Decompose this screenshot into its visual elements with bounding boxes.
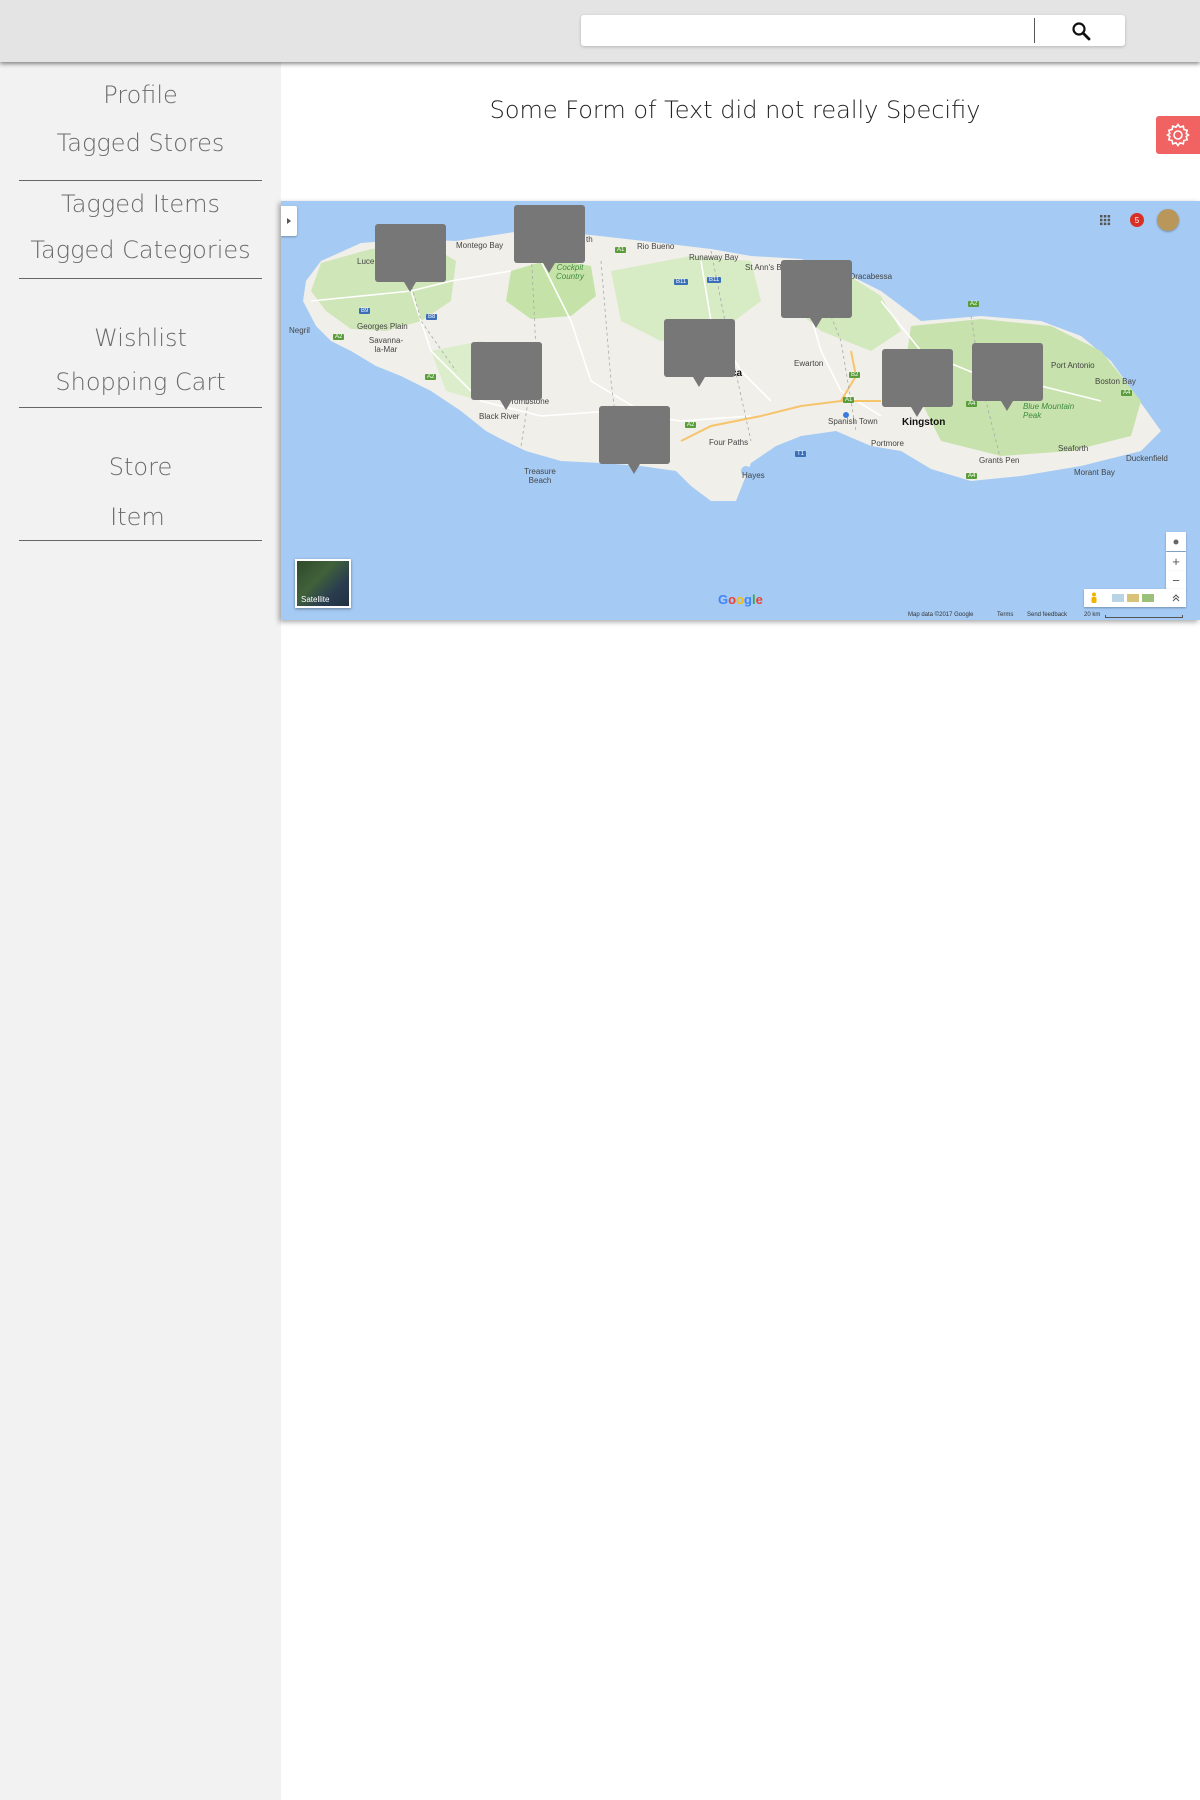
road-badge: T1 [795, 451, 807, 457]
map-marker[interactable] [972, 343, 1043, 411]
map-toolbar [1084, 589, 1186, 607]
map-label-negril: Negril [289, 326, 310, 335]
search-divider [1034, 18, 1035, 43]
imagery-thumbnail[interactable] [1142, 594, 1154, 602]
map-marker[interactable] [514, 205, 585, 273]
map-attribution: Map data ©2017 Google Terms Send feedbac… [281, 611, 1200, 620]
terms-link[interactable]: Terms [997, 612, 1013, 618]
search-icon [1071, 21, 1090, 40]
sidebar-item-tagged-items[interactable]: Tagged Items [19, 182, 262, 229]
gear-icon [1166, 123, 1190, 147]
map-label-duckenfield: Duckenfield [1126, 454, 1168, 463]
map-label-port-antonio: Port Antonio [1051, 361, 1095, 370]
map-label-cockpit-country: Cockpit Country [555, 263, 584, 281]
road-badge: A2 [333, 334, 345, 340]
road-badge: A2 [685, 422, 697, 428]
road-badge: A2 [425, 374, 437, 380]
map-marker[interactable] [664, 319, 735, 387]
road-badge: B2 [849, 372, 861, 378]
map-marker[interactable] [599, 406, 670, 474]
sidebar-item-tagged-stores[interactable]: Tagged Stores [19, 128, 262, 181]
map-label-four-paths: Four Paths [709, 438, 749, 447]
page-headline: Some Form of Text did not really Specifi… [489, 96, 981, 124]
map-label-montego-bay: Montego Bay [456, 241, 504, 250]
map-label-kingston: Kingston [902, 417, 946, 428]
settings-button[interactable] [1156, 116, 1200, 154]
road-badge: B11 [674, 279, 689, 285]
zoom-controls: + − [1166, 532, 1186, 592]
search-input[interactable] [581, 15, 1034, 46]
sidebar: Profile Tagged Stores Tagged Items Tagge… [0, 62, 281, 1800]
scale-label: 20 km [1084, 612, 1101, 618]
road-badge: B8 [426, 314, 438, 320]
map-label-morant-bay: Morant Bay [1074, 468, 1115, 477]
map-label-georges-plain: Georges Plain [357, 322, 408, 331]
map-label-treasure-beach: Treasure Beach [524, 467, 556, 485]
road-badge: A4 [1121, 390, 1133, 396]
avatar[interactable] [1157, 209, 1179, 231]
road-badge: B11 [707, 277, 722, 283]
scale-bar [1105, 615, 1183, 618]
nav-group-shopping: Wishlist Shopping Cart [19, 316, 262, 408]
expand-icon[interactable] [1172, 593, 1180, 603]
search-box [581, 15, 1125, 46]
map-label-spanish-town: Spanish Town [828, 417, 878, 426]
apps-grid-icon[interactable] [1098, 213, 1112, 227]
road-badge: A4 [966, 401, 978, 407]
road-badge: A1 [843, 397, 855, 403]
top-bar [0, 0, 1200, 62]
map-marker[interactable] [882, 349, 953, 417]
nav-group-tagged: Tagged Items Tagged Categories [19, 182, 262, 279]
sidebar-item-wishlist[interactable]: Wishlist [19, 316, 262, 360]
map-label-hayes: Hayes [742, 471, 765, 480]
road-badge: A1 [615, 247, 627, 253]
nav-group-profile: Profile Tagged Stores [19, 80, 262, 181]
map-label-grants-pen: Grants Pen [979, 456, 1020, 465]
satellite-toggle[interactable]: Satellite [295, 559, 351, 608]
map-label-blue-mountain-peak: Blue Mountain Peak [1023, 402, 1075, 420]
map-label-portmore: Portmore [871, 439, 904, 448]
imagery-thumbnail[interactable] [1127, 594, 1139, 602]
map-label-boston-bay: Boston Bay [1095, 377, 1136, 386]
map-label-seaforth: Seaforth [1058, 444, 1089, 453]
map-label-savanna-la-mar: Savanna-la-Mar [368, 336, 404, 354]
nav-group-store: Store Item [19, 445, 262, 541]
map-label-oracabessa: Oracabessa [849, 272, 893, 281]
imagery-thumbnail[interactable] [1112, 594, 1124, 602]
map-data-credit: Map data ©2017 Google [908, 612, 974, 618]
map-label-runaway-bay: Runaway Bay [689, 253, 739, 262]
map-label-rio-bueno: Rio Bueno [637, 242, 675, 251]
send-feedback-link[interactable]: Send feedback [1027, 612, 1067, 618]
zoom-out-button[interactable]: − [1166, 571, 1186, 590]
map-marker[interactable] [375, 224, 446, 292]
map-label-ewarton: Ewarton [794, 359, 824, 368]
notification-badge[interactable]: 5 [1130, 213, 1144, 227]
sidebar-item-item[interactable]: Item [13, 495, 262, 541]
location-icon [1173, 539, 1179, 544]
sidebar-item-profile[interactable]: Profile [19, 80, 262, 128]
map-panel-toggle[interactable] [281, 206, 297, 236]
road-badge: A2 [968, 301, 980, 307]
road-badge: B9 [359, 308, 371, 314]
sidebar-item-store[interactable]: Store [19, 445, 262, 495]
collapse-arrow-icon [287, 218, 291, 224]
map[interactable]: Montego Bay th Rio Bueno Runaway Bay St … [281, 201, 1200, 620]
sidebar-item-tagged-categories[interactable]: Tagged Categories [19, 229, 262, 279]
map-marker[interactable] [781, 260, 852, 328]
my-location-button[interactable] [1166, 532, 1186, 551]
pegman-icon[interactable] [1090, 592, 1098, 604]
sidebar-item-shopping-cart[interactable]: Shopping Cart [19, 360, 262, 408]
search-button[interactable] [1036, 15, 1125, 46]
google-logo: Google [718, 592, 763, 607]
zoom-in-button[interactable]: + [1166, 552, 1186, 571]
map-marker[interactable] [471, 342, 542, 410]
road-badge: A4 [966, 473, 978, 479]
satellite-label: Satellite [301, 595, 330, 604]
map-label-lucea: Luce [357, 257, 375, 266]
map-label-th: th [586, 235, 593, 244]
map-label-black-river: Black River [479, 412, 520, 421]
